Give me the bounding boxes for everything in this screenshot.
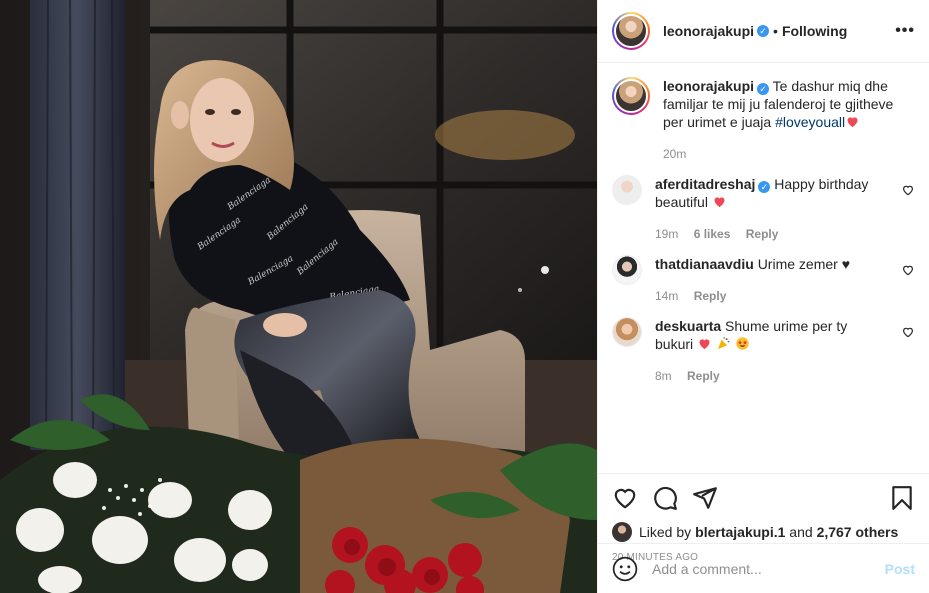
action-bar: Liked by blertajakupi.1 and 2,767 others… — [598, 473, 929, 593]
add-comment-bar: Post — [598, 543, 929, 593]
post-header: leonorajakupi ✓ • Following ••• — [598, 0, 929, 63]
party-popper-icon — [717, 337, 730, 350]
comment-text: Urime zemer ♥ — [757, 256, 851, 272]
post-photo[interactable]: Balenciaga Balenciaga Balenciaga Balenci… — [0, 0, 597, 593]
comment-body: aferditadreshaj ✓ Happy birthday beautifu… — [655, 175, 915, 243]
avatar-image — [612, 255, 642, 285]
comment-avatar[interactable] — [612, 317, 642, 347]
avatar-image — [612, 175, 642, 205]
emoji-smiley-icon[interactable] — [612, 556, 638, 582]
photo-illustration: Balenciaga Balenciaga Balenciaga Balenci… — [0, 0, 597, 593]
post-side-panel: leonorajakupi ✓ • Following ••• leonoraj… — [597, 0, 929, 593]
caption-meta: 20m — [663, 145, 915, 163]
bookmark-save-icon[interactable] — [889, 485, 915, 511]
verified-icon: ✓ — [757, 25, 770, 37]
comment-time[interactable]: 8m — [655, 369, 672, 383]
like-comment-heart-icon[interactable] — [901, 183, 915, 197]
like-heart-icon[interactable] — [612, 485, 638, 511]
comment-avatar[interactable] — [612, 175, 642, 205]
comment-meta: 14m Reply — [655, 287, 885, 305]
liker-avatar[interactable] — [612, 522, 632, 542]
avatar-image — [614, 79, 648, 113]
caption-time[interactable]: 20m — [663, 147, 686, 161]
avatar[interactable] — [612, 12, 650, 50]
reply-button[interactable]: Reply — [746, 227, 779, 241]
caption-body: leonorajakupi ✓ Te dashur miq dhe familja… — [663, 77, 915, 163]
comment-item: aferditadreshaj ✓ Happy birthday beautifu… — [612, 175, 915, 243]
action-icons — [612, 474, 915, 522]
comment-username[interactable]: thatdianaavdiu — [655, 256, 754, 272]
add-comment-input[interactable] — [652, 560, 885, 577]
instagram-post: Balenciaga Balenciaga Balenciaga Balenci… — [0, 0, 929, 593]
post-comment-button[interactable]: Post — [885, 561, 915, 577]
comment-item: deskuarta Shume urime per ty bukuri 8m R… — [612, 317, 915, 385]
caption: leonorajakupi ✓ Te dashur miq dhe familja… — [612, 77, 915, 163]
red-heart-icon — [847, 117, 858, 128]
comment-meta: 19m 6 likes Reply — [655, 225, 885, 243]
comment-time[interactable]: 14m — [655, 289, 678, 303]
comment-avatar[interactable] — [612, 255, 642, 285]
comment-meta: 8m Reply — [655, 367, 885, 385]
comment-body: deskuarta Shume urime per ty bukuri 8m R… — [655, 317, 915, 385]
liked-by: Liked by blertajakupi.1 and 2,767 others — [612, 522, 915, 542]
reply-button[interactable]: Reply — [694, 289, 727, 303]
comments-list[interactable]: leonorajakupi ✓ Te dashur miq dhe familja… — [598, 63, 929, 473]
verified-icon: ✓ — [758, 181, 771, 193]
liked-by-prefix: Liked by — [639, 524, 692, 540]
comment-body: thatdianaavdiu Urime zemer ♥ 14m Reply — [655, 255, 915, 305]
comment-time[interactable]: 19m — [655, 227, 678, 241]
likes-others[interactable]: 2,767 others — [817, 524, 899, 540]
liked-by-mid: and — [785, 524, 817, 540]
ellipsis-icon[interactable]: ••• — [895, 22, 915, 40]
like-comment-heart-icon[interactable] — [901, 263, 915, 277]
like-comment-heart-icon[interactable] — [901, 325, 915, 339]
comment-username[interactable]: aferditadreshaj — [655, 176, 755, 192]
red-heart-icon — [714, 197, 725, 208]
liked-by-user[interactable]: blertajakupi.1 — [695, 524, 785, 540]
hashtag-link[interactable]: #loveyouall — [775, 114, 845, 130]
comment-item: thatdianaavdiu Urime zemer ♥ 14m Reply — [612, 255, 915, 305]
caption-text-line: leonorajakupi ✓ Te dashur miq dhe familja… — [663, 77, 915, 131]
separator-dot: • — [773, 23, 778, 39]
caption-avatar[interactable] — [612, 77, 650, 115]
verified-icon: ✓ — [757, 83, 770, 95]
comment-username[interactable]: deskuarta — [655, 318, 721, 334]
following-button[interactable]: Following — [782, 23, 847, 39]
caption-username[interactable]: leonorajakupi — [663, 78, 754, 94]
avatar-image — [614, 14, 648, 48]
avatar-image — [612, 317, 642, 347]
comment-likes[interactable]: 6 likes — [694, 227, 731, 241]
reply-button[interactable]: Reply — [687, 369, 720, 383]
header-username[interactable]: leonorajakupi — [663, 23, 754, 39]
share-direct-icon[interactable] — [692, 485, 718, 511]
star-struck-icon — [736, 337, 749, 350]
red-heart-icon — [699, 339, 710, 350]
comment-bubble-icon[interactable] — [652, 485, 678, 511]
